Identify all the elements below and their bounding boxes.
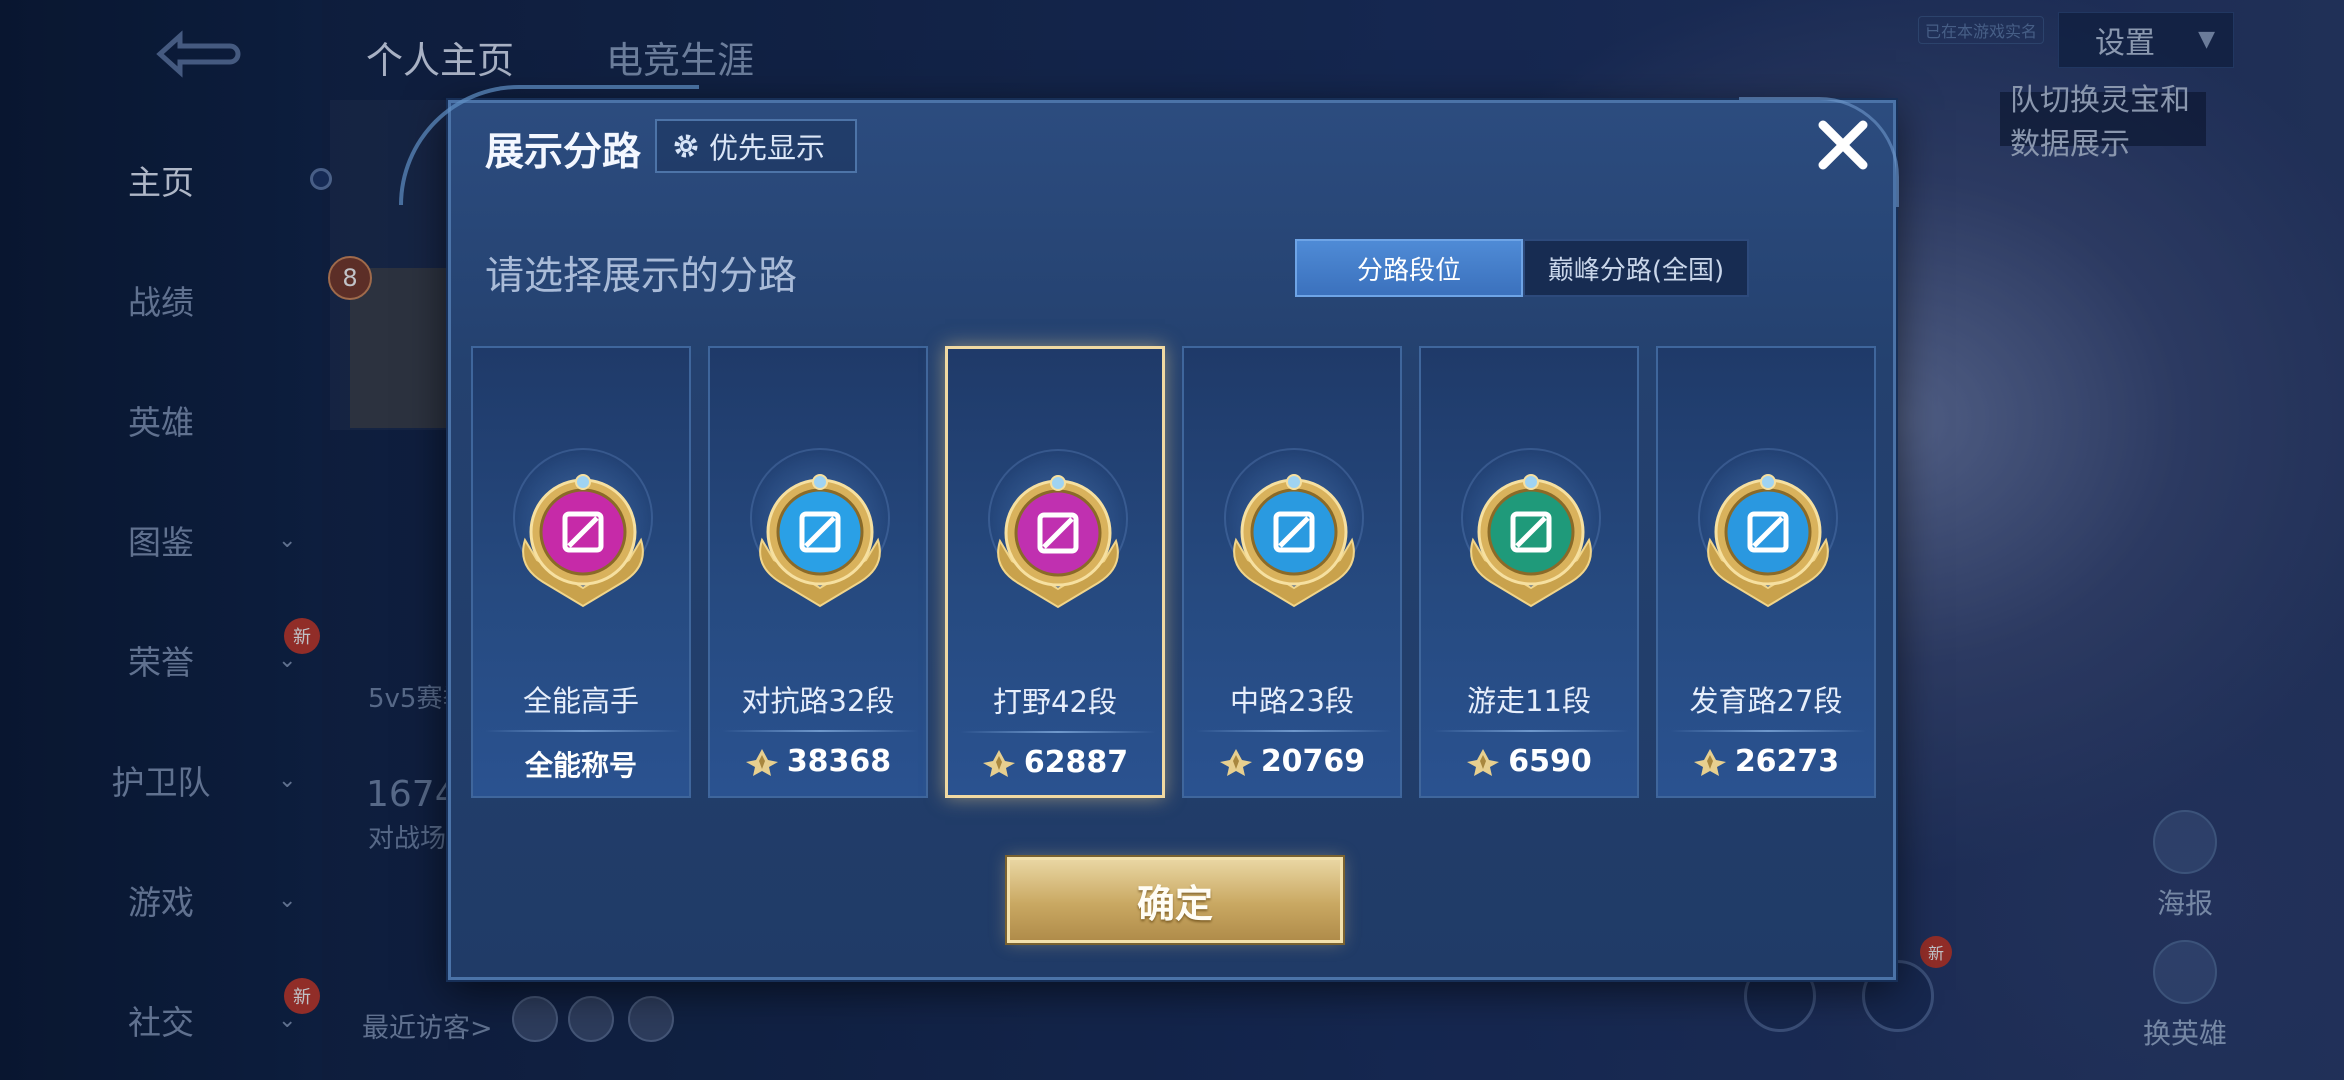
lane-score: 全能称号 [473, 744, 689, 784]
lane-score: 38368 [710, 744, 926, 779]
score-value: 20769 [1260, 744, 1366, 779]
score-value: 38368 [786, 744, 892, 779]
lane-name: 发育路27段 [1689, 684, 1843, 718]
lane-card[interactable]: 对抗路32段 38368 [708, 346, 928, 798]
rank-points-icon [1467, 748, 1500, 776]
lane-card[interactable]: 游走11段 6590 [1419, 346, 1639, 798]
lane-name: 游走11段 [1467, 684, 1591, 718]
lane-mode-toggle: 分路段位 巅峰分路(全国) [1295, 239, 1749, 297]
title-label: 全能称号 [524, 749, 637, 782]
lane-score: 6590 [1421, 744, 1637, 779]
close-icon[interactable] [1811, 113, 1875, 177]
rank-points-icon [1219, 748, 1252, 776]
score-value: 6590 [1508, 744, 1592, 779]
rank-points-icon [982, 749, 1015, 777]
priority-label: 优先显示 [709, 131, 826, 165]
priority-display-button[interactable]: 优先显示 [655, 119, 857, 173]
lane-score: 62887 [948, 745, 1162, 780]
clash-lane-badge-icon [759, 474, 881, 608]
confirm-button[interactable]: 确定 [1007, 857, 1343, 943]
tab-peak-lane[interactable]: 巅峰分路(全国) [1523, 239, 1749, 297]
lane-name: 对抗路32段 [741, 684, 895, 718]
lane-card[interactable]: 发育路27段 26273 [1656, 346, 1876, 798]
divider [485, 730, 681, 732]
divider [960, 731, 1156, 733]
score-value: 26273 [1734, 744, 1840, 779]
all-round-badge-icon [522, 474, 644, 608]
rank-points-icon [1693, 748, 1726, 776]
tab-lane-rank[interactable]: 分路段位 [1295, 239, 1523, 297]
lane-card[interactable]: 打野42段 62887 [945, 346, 1165, 798]
divider [1433, 730, 1629, 732]
roam-badge-icon [1470, 474, 1592, 608]
lane-name: 中路23段 [1230, 684, 1354, 718]
farm-lane-badge-icon [1707, 474, 1829, 608]
lane-card[interactable]: 全能高手 全能称号 [471, 346, 691, 798]
lane-score: 20769 [1184, 744, 1400, 779]
lane-name: 打野42段 [993, 685, 1117, 719]
dialog-subtitle: 请选择展示的分路 [485, 254, 798, 299]
divider [722, 730, 918, 732]
jungle-badge-icon [997, 475, 1119, 609]
mid-lane-badge-icon [1233, 474, 1355, 608]
gear-icon [674, 134, 698, 158]
divider [1670, 730, 1866, 732]
rank-points-icon [745, 748, 778, 776]
dialog-title: 展示分路 [485, 130, 642, 175]
score-value: 62887 [1023, 745, 1129, 780]
lane-display-dialog: 展示分路 优先显示 请选择展示的分路 分路段位 巅峰分路(全国) 全能高手全能称… [399, 85, 1899, 980]
lane-name: 全能高手 [522, 684, 639, 718]
lane-card[interactable]: 中路23段 20769 [1182, 346, 1402, 798]
divider [1196, 730, 1392, 732]
lane-score: 26273 [1658, 744, 1874, 779]
